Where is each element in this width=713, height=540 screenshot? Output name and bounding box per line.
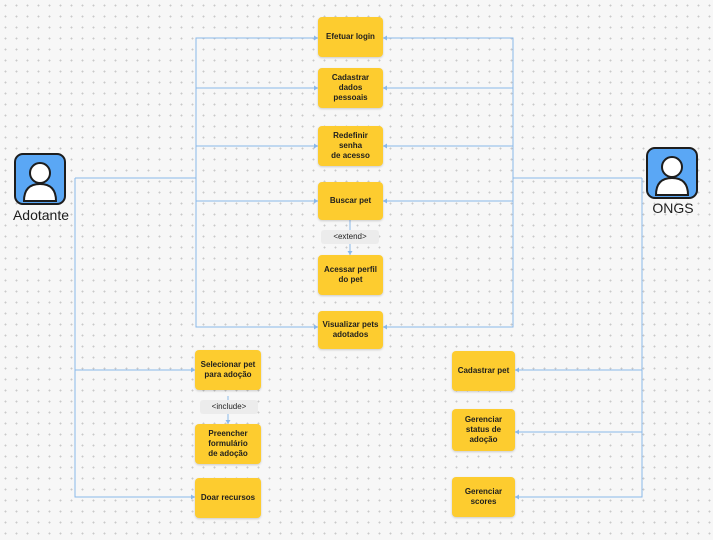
usecase-redefinir-senha[interactable]: Redefinir senha de acesso bbox=[318, 126, 383, 166]
usecase-selecionar-pet[interactable]: Selecionar pet para adoção bbox=[195, 350, 261, 390]
actor-ongs-label: ONGS bbox=[652, 200, 694, 216]
actor-adotante-label: Adotante bbox=[12, 207, 70, 223]
usecase-gerenciar-scores[interactable]: Gerenciar scores bbox=[452, 477, 515, 517]
usecase-acessar-perfil-do-pet[interactable]: Acessar perfil do pet bbox=[318, 255, 383, 295]
usecase-visualizar-pets-adotados[interactable]: Visualizar pets adotados bbox=[318, 311, 383, 349]
actor-ongs-icon bbox=[646, 147, 698, 199]
usecase-doar-recursos[interactable]: Doar recursos bbox=[195, 478, 261, 518]
usecase-efetuar-login[interactable]: Efetuar login bbox=[318, 17, 383, 57]
actor-adotante-icon bbox=[14, 153, 66, 205]
usecase-cadastrar-dados-pessoais[interactable]: Cadastrar dados pessoais bbox=[318, 68, 383, 108]
usecase-preencher-formulario[interactable]: Preencher formulário de adoção bbox=[195, 424, 261, 464]
usecase-cadastrar-pet[interactable]: Cadastrar pet bbox=[452, 351, 515, 391]
extend-relation-label: <extend> bbox=[321, 230, 379, 244]
include-relation-label: <include> bbox=[200, 400, 258, 414]
usecase-buscar-pet[interactable]: Buscar pet bbox=[318, 182, 383, 220]
usecase-gerenciar-status-adocao[interactable]: Gerenciar status de adoção bbox=[452, 409, 515, 451]
